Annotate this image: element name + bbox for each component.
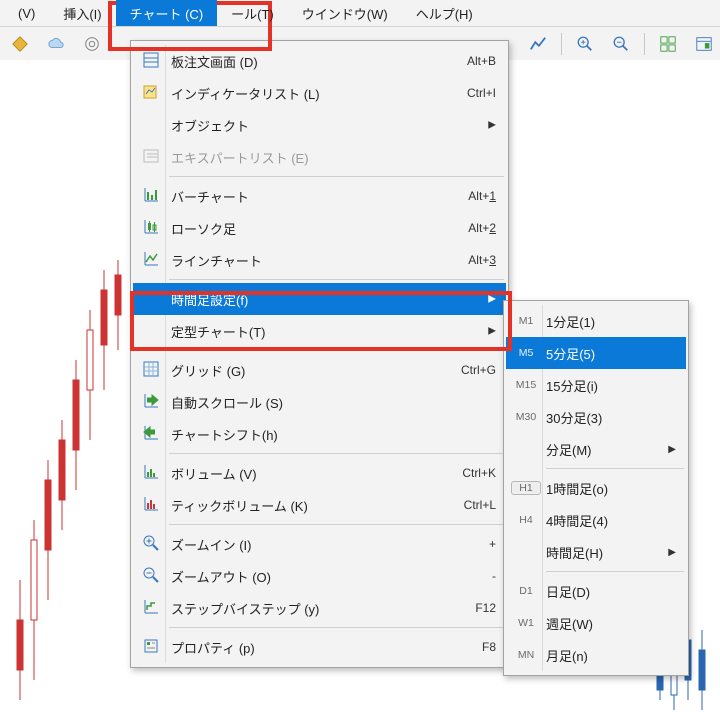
submenu-item-minutes[interactable]: 分足(M)▶ (506, 433, 686, 465)
properties-icon (142, 637, 160, 658)
menu-separator (169, 279, 504, 280)
menubar: (V) 挿入(I) チャート (C) ール(T) ウインドウ(W) ヘルプ(H) (0, 0, 720, 27)
step-icon (142, 598, 160, 619)
menu-separator (546, 468, 684, 469)
menu-item-autoscroll[interactable]: 自動スクロール (S) (133, 386, 506, 418)
menu-separator (169, 524, 504, 525)
menu-help[interactable]: ヘルプ(H) (402, 0, 487, 26)
zoomin-icon (142, 534, 160, 555)
submenu-item-h4[interactable]: H44時間足(4) (506, 504, 686, 536)
submenu-item-d1[interactable]: D1日足(D) (506, 575, 686, 607)
chevron-right-icon: ▶ (668, 444, 676, 455)
tickvolume-icon (142, 495, 160, 516)
menu-item-objects[interactable]: オブジェクト ▶ (133, 109, 506, 141)
menu-separator (169, 627, 504, 628)
zoomout-icon (142, 566, 160, 587)
menu-item-line-chart[interactable]: ラインチャート Alt+3 (133, 244, 506, 276)
menu-item-chartshift[interactable]: チャートシフト(h) (133, 418, 506, 450)
panel-toolbar-icon[interactable] (688, 29, 720, 59)
chevron-right-icon: ▶ (668, 547, 676, 558)
timeframe-submenu: M11分足(1) M55分足(5) M1515分足(i) M3030分足(3) … (503, 300, 689, 676)
diamond-gold-icon[interactable] (4, 29, 36, 59)
expert-list-icon (142, 147, 160, 168)
menu-item-expert-list: エキスパートリスト (E) (133, 141, 506, 173)
submenu-item-m15[interactable]: M1515分足(i) (506, 369, 686, 401)
menu-item-candlestick[interactable]: ローソク足 Alt+2 (133, 212, 506, 244)
submenu-item-h1[interactable]: H11時間足(o) (506, 472, 686, 504)
menu-chart[interactable]: チャート (C) (116, 0, 218, 26)
menu-item-bar-chart[interactable]: バーチャート Alt+1 (133, 180, 506, 212)
chevron-right-icon: ▶ (488, 294, 496, 305)
menu-item-template[interactable]: 定型チャート(T) ▶ (133, 315, 506, 347)
menu-item-properties[interactable]: プロパティ (p) F8 (133, 631, 506, 663)
chevron-right-icon: ▶ (488, 326, 496, 337)
zoom-in-toolbar-icon[interactable] (569, 29, 601, 59)
menu-insert[interactable]: 挿入(I) (49, 0, 115, 26)
menu-tools[interactable]: ール(T) (217, 0, 288, 26)
menu-separator (169, 176, 504, 177)
menu-item-grid[interactable]: グリッド (G) Ctrl+G (133, 354, 506, 386)
chartshift-icon (142, 424, 160, 445)
cloud-icon[interactable] (40, 29, 72, 59)
menu-window[interactable]: ウインドウ(W) (288, 0, 402, 26)
submenu-item-w1[interactable]: W1週足(W) (506, 607, 686, 639)
bar-chart-icon (142, 186, 160, 207)
chevron-right-icon: ▶ (488, 120, 496, 131)
autoscroll-icon (142, 392, 160, 413)
zoom-out-toolbar-icon[interactable] (605, 29, 637, 59)
menu-item-tickvolume[interactable]: ティックボリューム (K) Ctrl+L (133, 489, 506, 521)
menu-item-order-window[interactable]: 板注文画面 (D) Alt+B (133, 45, 506, 77)
tiles-toolbar-icon[interactable] (652, 29, 684, 59)
grid-icon (142, 360, 160, 381)
menu-view[interactable]: (V) (4, 0, 49, 26)
volume-icon (142, 463, 160, 484)
submenu-item-hours[interactable]: 時間足(H)▶ (506, 536, 686, 568)
candlestick-icon (142, 218, 160, 239)
submenu-item-mn[interactable]: MN月足(n) (506, 639, 686, 671)
toolbar-separator (644, 33, 645, 55)
submenu-item-m30[interactable]: M3030分足(3) (506, 401, 686, 433)
menu-separator (169, 453, 504, 454)
submenu-item-m5[interactable]: M55分足(5) (506, 337, 686, 369)
menu-item-timeframe[interactable]: 時間足設定(f) ▶ (133, 283, 506, 315)
line-chart2-icon (142, 250, 160, 271)
menu-separator (546, 571, 684, 572)
menu-item-volume[interactable]: ボリューム (V) Ctrl+K (133, 457, 506, 489)
menu-item-zoom-out[interactable]: ズームアウト (O) - (133, 560, 506, 592)
target-icon[interactable] (76, 29, 108, 59)
submenu-item-m1[interactable]: M11分足(1) (506, 305, 686, 337)
indicator-list-icon (142, 83, 160, 104)
menu-item-indicator-list[interactable]: インディケータリスト (L) Ctrl+I (133, 77, 506, 109)
toolbar-separator (561, 33, 562, 55)
menu-separator (169, 350, 504, 351)
chart-dropdown: 板注文画面 (D) Alt+B インディケータリスト (L) Ctrl+I オブ… (130, 40, 509, 668)
menu-item-step[interactable]: ステップバイステップ (y) F12 (133, 592, 506, 624)
menu-item-zoom-in[interactable]: ズームイン (I) + (133, 528, 506, 560)
orders-window-icon (142, 51, 160, 72)
line-chart-toolbar-icon[interactable] (522, 29, 554, 59)
